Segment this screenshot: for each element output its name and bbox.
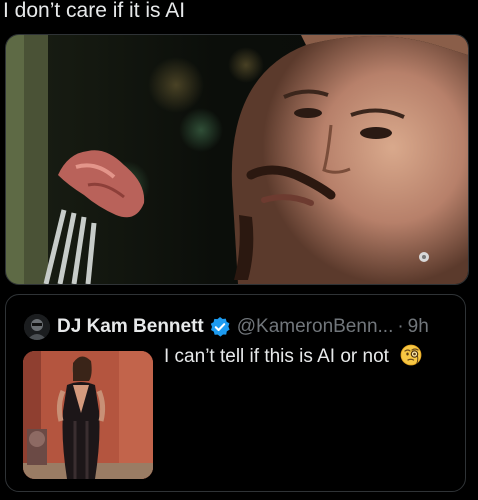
- avatar[interactable]: [24, 314, 50, 340]
- post-media-image[interactable]: [5, 34, 469, 285]
- display-name[interactable]: DJ Kam Bennett: [57, 316, 204, 338]
- separator-dot: ·: [397, 316, 404, 337]
- photo-thumbnail: [23, 351, 153, 479]
- quoted-post-text-content: I can’t tell if this is AI or not: [164, 346, 389, 367]
- avatar-image: [24, 314, 50, 340]
- quoted-post-thumbnail[interactable]: [23, 351, 153, 479]
- timestamp[interactable]: 9h: [408, 316, 429, 338]
- quoted-post-card[interactable]: DJ Kam Bennett @KameronBenn... · 9h I ca…: [5, 294, 466, 492]
- user-handle[interactable]: @KameronBenn...: [237, 316, 394, 338]
- quoted-post-header: DJ Kam Bennett @KameronBenn... · 9h: [24, 313, 429, 341]
- face-with-monocle-icon: [400, 344, 422, 366]
- movie-still-image: [6, 35, 468, 284]
- verified-badge-icon: [210, 317, 230, 337]
- quoted-post-text: I can’t tell if this is AI or not: [164, 344, 422, 369]
- post-text: I don’t care if it is AI: [3, 0, 186, 22]
